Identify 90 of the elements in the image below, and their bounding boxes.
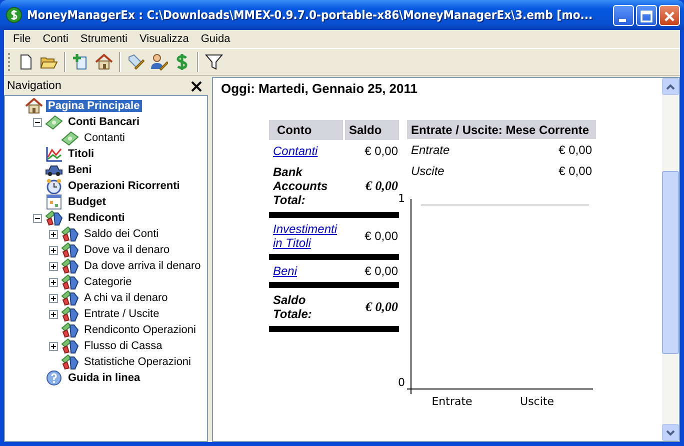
panel-title: Navigation: [7, 80, 62, 92]
balance-cell-text: € 0,00: [364, 263, 399, 280]
tree-item[interactable]: Rendiconto Operazioni: [82, 324, 198, 336]
help-icon: [45, 370, 63, 386]
report-icon: [45, 210, 63, 226]
tree-item[interactable]: Flusso di Cassa: [82, 340, 164, 352]
expand-icon[interactable]: [49, 246, 58, 254]
report-icon: [61, 242, 79, 258]
menu-item[interactable]: Conti: [38, 33, 74, 45]
report-icon: [61, 306, 79, 322]
account-link[interactable]: Investimenti in Titoli: [273, 222, 339, 250]
tree-item[interactable]: Beni: [66, 164, 94, 176]
amount: € 0,00: [558, 143, 592, 157]
tree-item[interactable]: Conti Bancari: [66, 116, 142, 128]
column-header: Conto: [269, 120, 343, 140]
minimize-icon: [619, 18, 626, 22]
tree-item[interactable]: Statistiche Operazioni: [82, 356, 193, 368]
report-icon: [61, 354, 79, 370]
tree-item[interactable]: Entrate / Uscite: [82, 308, 162, 320]
table-header: Entrate / Uscite: Mese Corrente: [407, 120, 596, 139]
date-heading: Oggi: Martedi, Gennaio 25, 2011: [221, 81, 419, 96]
expand-icon[interactable]: [49, 342, 58, 350]
menu-item[interactable]: Visualizza: [134, 33, 194, 45]
scroll-up-button[interactable]: [662, 78, 679, 95]
line-chart-icon: [45, 146, 63, 162]
banknote-icon: [61, 130, 79, 146]
total-value: € 0,00: [364, 298, 399, 316]
y-tick-label: 1: [398, 192, 405, 205]
collapse-icon[interactable]: [33, 118, 42, 126]
scrollbar[interactable]: [662, 78, 679, 441]
expand-icon[interactable]: [49, 294, 58, 302]
close-button[interactable]: [659, 4, 680, 26]
tree-item[interactable]: Saldo dei Conti: [82, 228, 161, 240]
app-icon: [6, 7, 22, 23]
balance-cell-text: € 0,00: [364, 143, 399, 160]
expand-icon[interactable]: [49, 230, 58, 238]
total-value: € 0,00: [364, 177, 399, 195]
column-header: Saldo: [343, 120, 399, 140]
total-label: Bank Accounts Total:: [272, 164, 329, 209]
report-icon: [61, 322, 79, 338]
maximize-button[interactable]: [636, 4, 657, 26]
expand-icon[interactable]: [49, 310, 58, 318]
tree-item[interactable]: Titoli: [66, 148, 96, 160]
scroll-thumb[interactable]: [662, 171, 679, 354]
alarm-clock-icon: [45, 178, 63, 194]
banknote-icon: [45, 114, 63, 130]
account-link[interactable]: Beni: [273, 264, 298, 278]
close-icon[interactable]: [191, 80, 202, 92]
expand-icon[interactable]: [49, 262, 58, 270]
window-title: MoneyManagerEx : C:\Downloads\MMEX-0.9.7.0-portable-x86\MoneyManagerEx\3.emb [mo...: [27, 8, 594, 22]
x-tick-label: Uscite: [520, 395, 554, 408]
menu-item[interactable]: Guida: [196, 33, 236, 45]
tree-item[interactable]: Dove va il denaro: [82, 244, 172, 256]
tree-item[interactable]: A chi va il denaro: [82, 292, 170, 304]
y-tick-label: 0: [398, 376, 405, 389]
report-icon: [61, 226, 79, 242]
collapse-icon[interactable]: [33, 214, 42, 222]
home-icon[interactable]: [95, 53, 113, 71]
report-icon: [61, 290, 79, 306]
scroll-down-button[interactable]: [662, 424, 679, 441]
home-icon: [25, 98, 43, 114]
menu-item[interactable]: File: [8, 33, 36, 45]
account-link[interactable]: Contanti: [273, 144, 318, 158]
tree-item[interactable]: Budget: [66, 196, 108, 208]
x-tick-label: Entrate: [432, 395, 473, 408]
income-label: Uscite: [411, 164, 444, 178]
caret-down-icon: [666, 430, 675, 436]
minimize-button[interactable]: [613, 4, 634, 26]
balance-cell-text: € 0,00: [364, 228, 399, 245]
total-label: Saldo Totale:: [272, 292, 313, 323]
pencil-tag-icon[interactable]: [127, 53, 145, 71]
report-icon: [61, 274, 79, 290]
tree-item[interactable]: Categorie: [82, 276, 134, 288]
amount: € 0,00: [558, 164, 592, 178]
expand-icon[interactable]: [49, 278, 58, 286]
report-icon: [61, 338, 79, 354]
tree-item[interactable]: Operazioni Ricorrenti: [66, 180, 182, 192]
tree-item[interactable]: Contanti: [82, 132, 127, 144]
tree-item[interactable]: Guida in linea: [66, 372, 142, 384]
tree-item[interactable]: Rendiconti: [66, 212, 127, 224]
filter-icon[interactable]: [205, 53, 223, 71]
menu-item[interactable]: Strumenti: [75, 33, 132, 45]
income-label: Entrate: [411, 143, 450, 157]
tree-item[interactable]: Pagina Principale: [46, 100, 142, 112]
bar-chart: 0 1 Entrate Uscite: [397, 191, 597, 413]
report-icon: [61, 258, 79, 274]
calendar-icon: [45, 194, 63, 210]
user-edit-icon[interactable]: [150, 53, 168, 71]
caret-up-icon: [666, 84, 675, 90]
tree-item[interactable]: Da dove arriva il denaro: [82, 260, 203, 272]
